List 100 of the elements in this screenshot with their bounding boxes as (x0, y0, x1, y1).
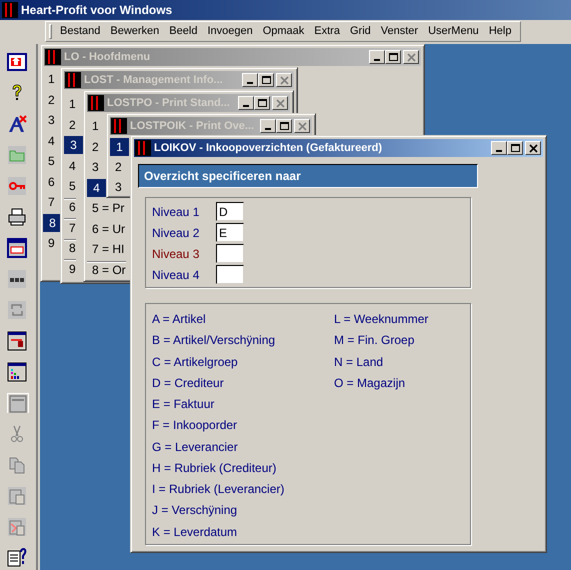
menu-row[interactable]: 3 (64, 136, 83, 154)
maximize-icon (256, 97, 268, 109)
menu-row[interactable]: 9 (64, 259, 76, 277)
menu-row[interactable]: 2 (87, 138, 99, 156)
menu-row[interactable]: 5 (43, 152, 55, 170)
menu-row[interactable]: 6 (43, 172, 55, 190)
minimize-button[interactable] (369, 50, 385, 64)
code-legend: M = Fin. Groep (334, 331, 428, 353)
menu-row[interactable]: 7 = HI (87, 240, 124, 258)
input-field[interactable]: E (216, 223, 244, 242)
minimize-button[interactable] (260, 119, 276, 133)
minimize-icon (247, 82, 253, 84)
app-logo-icon (45, 49, 61, 65)
close-button[interactable] (525, 141, 541, 155)
maximize-icon (386, 51, 400, 63)
dots-icon[interactable] (7, 269, 29, 289)
code-legend: O = Magazijn (334, 374, 428, 396)
menu-row[interactable]: 5 (64, 177, 76, 195)
menu-row[interactable]: 7 (64, 218, 76, 236)
maximize-button[interactable] (254, 96, 270, 110)
menu-item[interactable]: Opmaak (258, 23, 310, 40)
menu-row[interactable]: 2 (110, 158, 122, 176)
code-legend: A = Artikel (152, 310, 334, 332)
minimize-icon (243, 105, 249, 107)
input-field[interactable]: D (216, 202, 244, 221)
key-icon[interactable] (7, 176, 29, 196)
window-icon[interactable] (7, 331, 29, 351)
menu-item[interactable]: Grid (344, 23, 376, 40)
menu-row[interactable]: 8 = Or (87, 260, 126, 278)
window-title: LOIKOV - Inkoopoverzichten (Gefaktureerd) (154, 140, 382, 156)
code-legend: H = Rubriek (Crediteur) (152, 458, 334, 480)
input-field[interactable] (216, 244, 244, 263)
menu-row[interactable]: 6 = Ur (87, 220, 126, 238)
maximize-button[interactable] (276, 119, 292, 133)
code-legend: L = Weeknummer (334, 310, 428, 332)
font-icon[interactable] (7, 114, 29, 134)
menu-row[interactable]: 2 (64, 116, 76, 134)
menu-row[interactable]: 3 (110, 178, 122, 196)
window-icon[interactable] (7, 52, 29, 72)
help-document-icon[interactable] (7, 548, 29, 568)
code-legend: F = Inkooporder (152, 416, 334, 438)
menu-row[interactable]: 1 (64, 95, 76, 113)
app-logo-icon (135, 140, 151, 156)
minimize-icon (496, 150, 502, 152)
menu-row[interactable]: 2 (43, 90, 55, 108)
level-label: Niveau 1 (152, 204, 200, 220)
code-legend: D = Crediteur (152, 374, 334, 396)
window-icon[interactable] (7, 238, 29, 258)
menu-row[interactable]: 3 (43, 111, 55, 129)
menu-row[interactable]: 4 (87, 178, 106, 196)
maximize-icon (508, 142, 522, 154)
code-legend: B = Artikel/Verschÿning (152, 331, 334, 353)
menu-item[interactable]: Invoegen (202, 23, 258, 40)
menu-item[interactable]: Bewerken (105, 23, 164, 40)
menu-row[interactable]: 1 (110, 138, 129, 156)
menu-row[interactable]: 8 (64, 238, 76, 256)
menu-row[interactable]: 9 (43, 234, 55, 252)
menu-item[interactable]: Beeld (164, 23, 202, 40)
menu-row[interactable]: 5 = Pr (87, 199, 124, 217)
menu-item[interactable]: Venster (376, 23, 424, 40)
menu-row[interactable]: 6 (64, 198, 76, 216)
maximize-button[interactable] (258, 73, 274, 87)
input-field[interactable] (216, 265, 244, 284)
level-label: Niveau 4 (152, 266, 200, 284)
app-logo-icon (2, 2, 18, 18)
maximize-icon (260, 74, 272, 86)
minimize-icon (374, 59, 380, 61)
minimize-button[interactable] (242, 73, 258, 87)
code-legend: C = Artikelgroep (152, 352, 334, 374)
close-button[interactable] (403, 50, 419, 64)
menu-item[interactable]: Help (484, 23, 516, 40)
close-icon (278, 74, 290, 86)
level-label: Niveau 2 (152, 224, 200, 242)
code-legend: J = Verschÿning (152, 501, 334, 523)
code-legend: K = Leverdatum (152, 522, 334, 544)
close-button[interactable] (272, 96, 288, 110)
menu-row[interactable]: 1 (43, 70, 55, 88)
window-title: LO - Hoofdmenu (64, 50, 150, 65)
minimize-button[interactable] (238, 96, 254, 110)
menu-item[interactable]: Extra (309, 23, 345, 40)
minimize-button[interactable] (491, 141, 507, 155)
menu-row[interactable]: 4 (43, 132, 55, 150)
menu-row[interactable]: 3 (87, 158, 99, 176)
code-legend: E = Faktuur (152, 395, 334, 416)
chart-icon[interactable] (7, 362, 29, 382)
section-header: Overzicht specificeren naar (138, 164, 478, 188)
close-button[interactable] (294, 119, 310, 133)
menu-row[interactable]: 4 (64, 156, 76, 174)
menu-item[interactable]: UserMenu (423, 23, 484, 40)
maximize-button[interactable] (385, 50, 401, 64)
maximize-button[interactable] (507, 141, 523, 155)
close-button[interactable] (276, 73, 292, 87)
level-label: Niveau 3 (152, 246, 200, 262)
menu-item[interactable]: Bestand (55, 23, 106, 40)
code-legend: N = Land (334, 352, 428, 374)
menu-row[interactable]: 1 (87, 117, 99, 135)
menu-row[interactable]: 7 (43, 193, 55, 211)
maximize-icon (278, 120, 290, 132)
close-icon (274, 97, 286, 109)
app-logo-icon (65, 72, 81, 88)
